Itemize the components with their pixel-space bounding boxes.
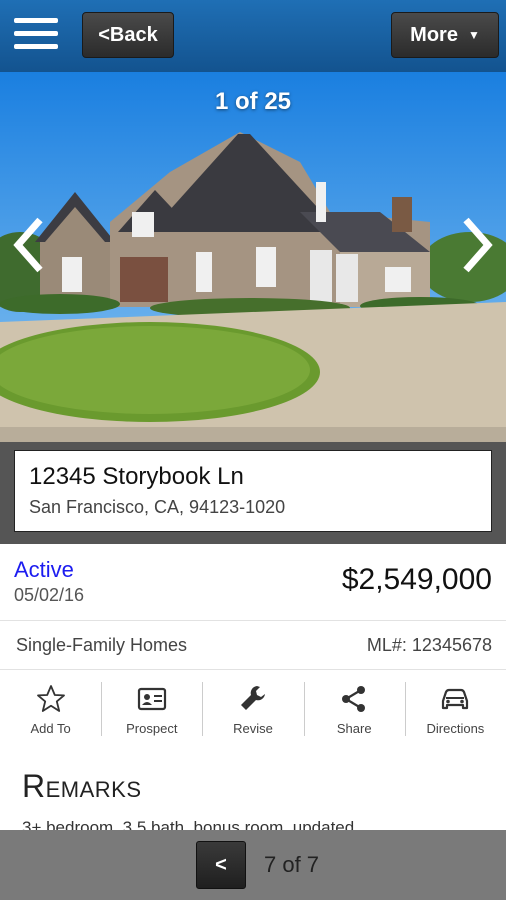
more-button[interactable]: More ▼ [391, 12, 499, 58]
star-icon [36, 684, 65, 712]
directions-label: Directions [426, 720, 485, 736]
address-band: 12345 Storybook Ln San Francisco, CA, 94… [0, 442, 506, 544]
listing-date: 05/02/16 [14, 585, 85, 605]
listing-position: 7 of 7 [264, 852, 320, 877]
caret-down-icon: ▼ [467, 28, 480, 42]
hamburger-menu-icon[interactable] [14, 18, 58, 50]
revise-label: Revise [233, 720, 273, 736]
bottom-bar: < 7 of 7 [0, 830, 506, 900]
add-to-label: Add To [30, 720, 71, 736]
more-label: More [410, 23, 458, 46]
listing-price: $2,549,000 [341, 563, 492, 596]
type-row: Single-Family Homes ML#: 12345678 [0, 620, 506, 670]
photo-counter: 1 of 25 [214, 88, 292, 115]
status-row: Active 05/02/16 $2,549,000 [0, 545, 506, 619]
property-type: Single-Family Homes [16, 635, 188, 655]
car-icon [442, 688, 469, 709]
city-line: San Francisco, CA, 94123-1020 [29, 497, 286, 517]
add-to-button[interactable]: Add To [0, 674, 101, 744]
share-icon [342, 685, 366, 712]
share-button[interactable]: Share [303, 674, 405, 744]
share-label: Share [336, 720, 372, 736]
back-button[interactable]: <Back [82, 12, 174, 58]
prospect-label: Prospect [126, 720, 178, 736]
wrench-icon [241, 685, 265, 710]
prospect-button[interactable]: Prospect [101, 674, 202, 744]
street-address: 12345 Storybook Ln [29, 463, 244, 490]
listing-status: Active [14, 557, 74, 582]
directions-button[interactable]: Directions [404, 674, 506, 744]
top-bar: <Back More ▼ [0, 0, 506, 72]
previous-listing-button[interactable]: < [196, 841, 246, 889]
address-card: 12345 Storybook Ln San Francisco, CA, 94… [14, 450, 492, 532]
remarks-heading: Remarks [22, 768, 142, 804]
listing-photo[interactable] [0, 72, 506, 442]
revise-button[interactable]: Revise [202, 674, 303, 744]
previous-photo-icon[interactable] [10, 215, 46, 275]
action-bar: Add To Prospect Revise Share Directions [0, 674, 506, 744]
mls-number: ML#: 12345678 [366, 635, 492, 655]
contact-card-icon [137, 687, 166, 710]
next-photo-icon[interactable] [460, 215, 496, 275]
